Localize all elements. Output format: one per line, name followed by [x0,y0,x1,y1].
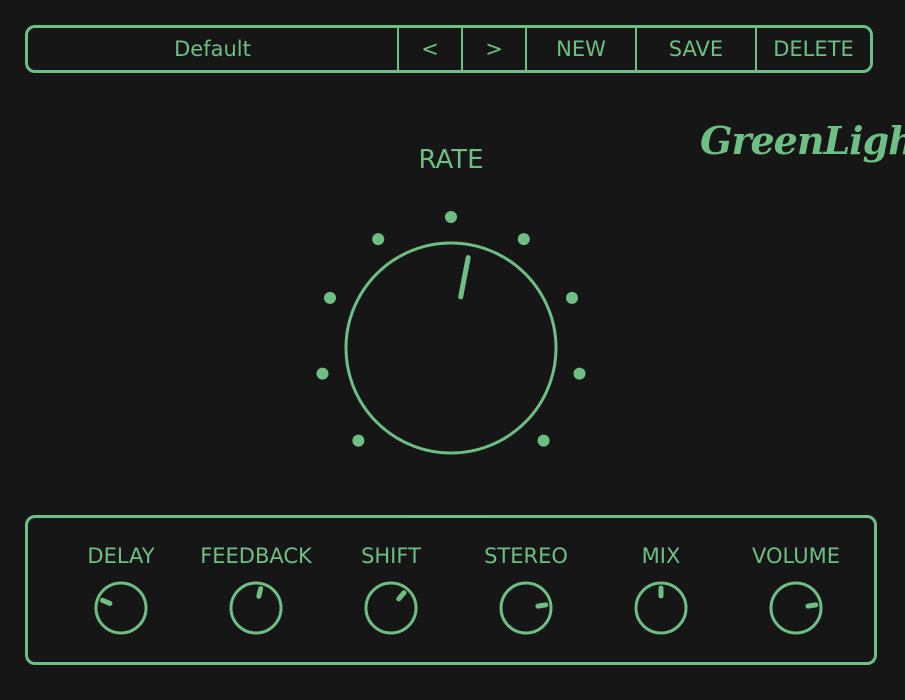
rate-knob-body[interactable] [344,241,558,455]
volume-knob-pointer [805,602,819,609]
rate-scale-dot [573,367,586,380]
rate-scale-dot [324,291,336,304]
rate-scale-dot [537,434,550,447]
rate-scale-dots [316,211,586,447]
rate-scale-dot [372,233,385,246]
preset-bar: Default < > NEW SAVE DELETE [25,25,873,73]
feedback-label: FEEDBACK [200,544,312,568]
stereo-label: STEREO [484,544,568,568]
feedback-knob-pointer [256,586,264,599]
stereo-control: STEREO [451,518,601,662]
mix-knob[interactable] [634,581,688,635]
delay-control: DELAY [46,518,196,662]
delay-label: DELAY [87,544,155,568]
rate-scale-dot [445,211,457,223]
volume-label: VOLUME [752,544,840,568]
new-preset-button[interactable]: NEW [527,28,637,70]
rate-knob[interactable] [344,241,558,455]
stereo-knob-pointer [535,602,549,609]
feedback-knob[interactable] [229,581,283,635]
volume-knob[interactable] [769,581,823,635]
rate-label: RATE [418,145,484,175]
feedback-control: FEEDBACK [181,518,331,662]
shift-knob-pointer [396,590,407,602]
rate-knob-assembly [316,211,586,455]
volume-control: VOLUME [721,518,871,662]
rate-knob-pointer [458,255,471,300]
rate-scale-dot [566,291,578,304]
rate-scale-dot [316,367,329,380]
delay-knob-pointer [100,597,113,606]
preset-name-display[interactable]: Default [28,28,399,70]
mix-label: MIX [641,544,681,568]
next-preset-button[interactable]: > [463,28,527,70]
shift-control: SHIFT [316,518,466,662]
stereo-knob[interactable] [499,581,553,635]
delay-knob[interactable] [94,581,148,635]
controls-panel: DELAY FEEDBACK SHIFT STEREO MIX VOLUME [25,515,877,665]
prev-preset-button[interactable]: < [399,28,463,70]
mix-control: MIX [586,518,736,662]
shift-knob[interactable] [364,581,418,635]
rate-scale-dot [517,233,530,246]
shift-label: SHIFT [361,544,421,568]
save-preset-button[interactable]: SAVE [637,28,757,70]
delete-preset-button[interactable]: DELETE [757,28,870,70]
greenlight-logo: GreenLight [700,118,905,163]
rate-scale-dot [352,434,365,447]
